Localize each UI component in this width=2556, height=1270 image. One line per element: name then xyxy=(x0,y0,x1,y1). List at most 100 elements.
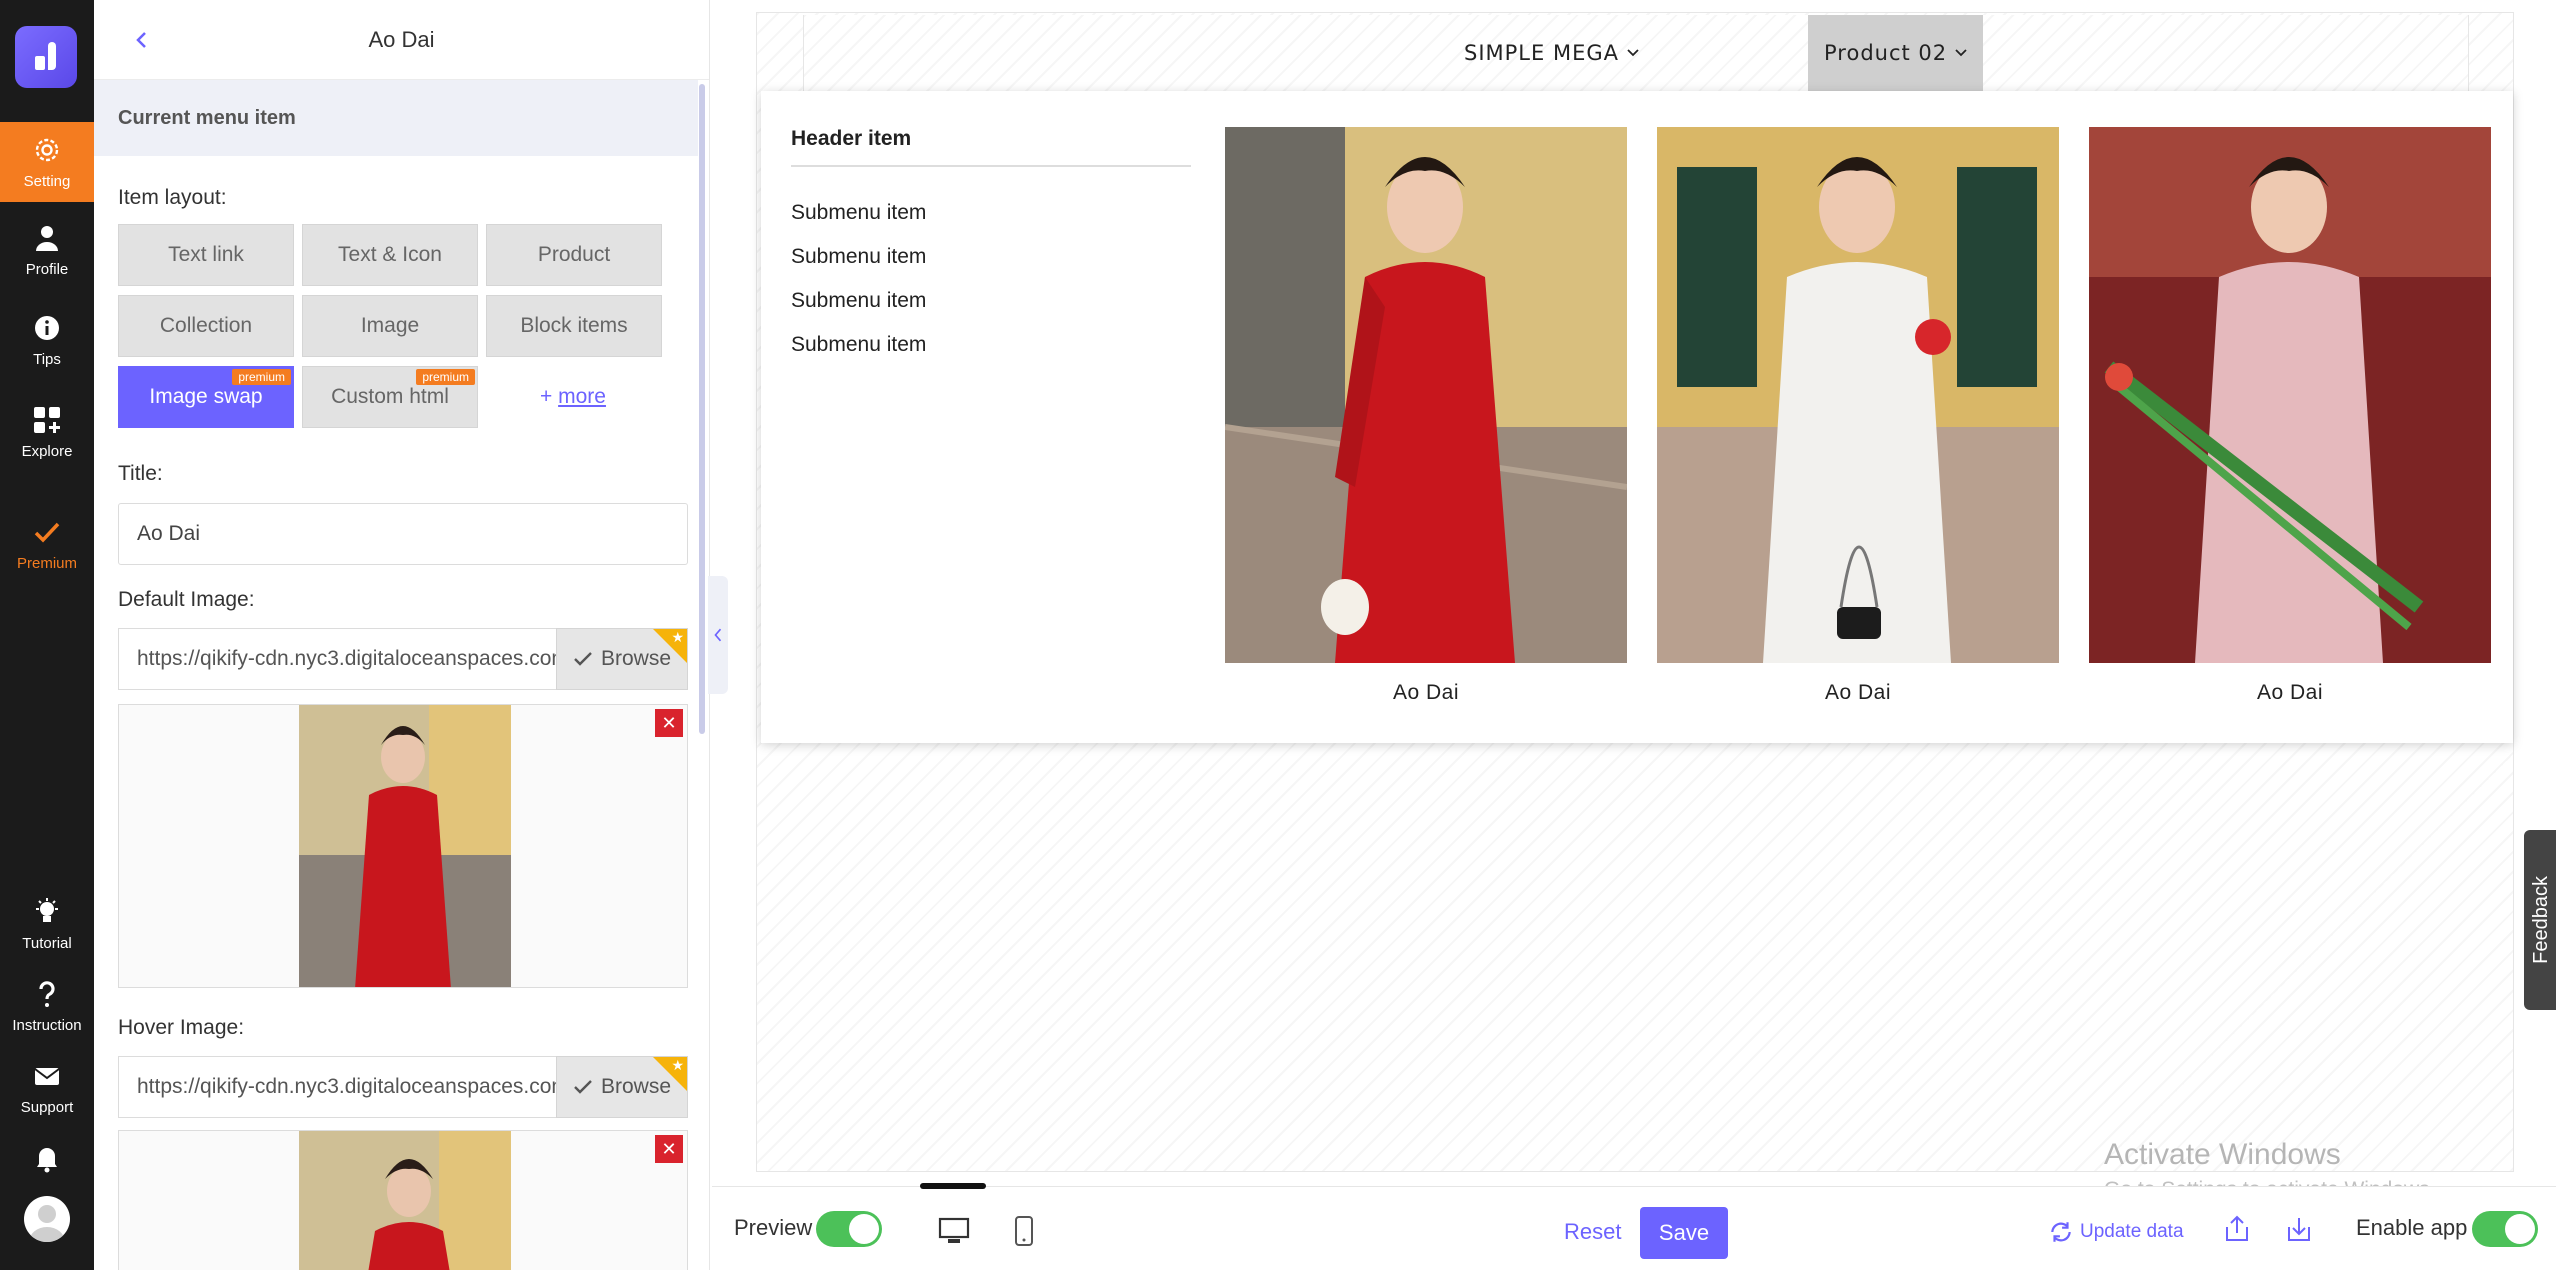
app-sidebar: Setting Profile Tips Explore Premium Tut… xyxy=(0,0,94,1270)
product-photo-white xyxy=(1657,127,2059,663)
product-caption: Ao Dai xyxy=(1392,681,1460,704)
rail-support[interactable]: Support xyxy=(0,1048,94,1128)
save-button[interactable]: Save xyxy=(1640,1207,1728,1259)
product-photo-red xyxy=(1225,127,1627,663)
more-layouts-link[interactable]: + more xyxy=(540,385,606,409)
rail-setting-label: Setting xyxy=(23,172,71,190)
mobile-icon[interactable] xyxy=(1014,1215,1034,1247)
feedback-label: Feedback xyxy=(2529,876,2552,964)
grid-plus-icon xyxy=(34,406,60,433)
product-image[interactable] xyxy=(1225,127,1627,663)
hover-image-label: Hover Image: xyxy=(118,1016,245,1039)
question-icon xyxy=(39,980,55,1007)
submenu-item[interactable]: Submenu item xyxy=(791,289,926,313)
desktop-icon[interactable] xyxy=(938,1217,970,1245)
refresh-icon xyxy=(2051,1222,2071,1242)
menu-item-product-02[interactable]: Product 02 xyxy=(1808,15,1984,91)
default-image-browse-button[interactable]: Browse ★ xyxy=(556,628,688,690)
product-photo-pink xyxy=(2089,127,2491,663)
preview-label: Preview xyxy=(734,1215,813,1240)
rail-setting[interactable]: Setting xyxy=(0,122,94,202)
reset-button[interactable]: Reset xyxy=(1564,1219,1621,1245)
layout-image-swap[interactable]: Image swap premium xyxy=(118,366,294,428)
hover-image-preview: ✕ xyxy=(118,1130,688,1270)
hover-image-url-input[interactable]: https://qikify-cdn.nyc3.digitaloceanspac… xyxy=(118,1056,558,1118)
rail-explore-label: Explore xyxy=(21,442,73,460)
more-prefix: + xyxy=(540,385,559,408)
mega-header-item[interactable]: Header item xyxy=(791,127,1191,167)
mega-menu-dropdown: Header item Submenu item Submenu item Su… xyxy=(761,91,2513,743)
product-caption: Ao Dai xyxy=(1824,681,1892,704)
rail-premium-label: Premium xyxy=(16,554,77,572)
product-card[interactable]: Ao Dai xyxy=(2089,127,2491,705)
product-caption: Ao Dai xyxy=(2256,681,2324,704)
rail-tips[interactable]: Tips xyxy=(0,300,94,380)
info-icon xyxy=(35,315,59,340)
logo-icon xyxy=(35,42,56,70)
section-current-menu-item: Current menu item xyxy=(94,80,698,156)
hover-image-thumbnail xyxy=(299,1131,511,1270)
activate-windows-title: Activate Windows xyxy=(2104,1138,2341,1171)
default-image-label: Default Image: xyxy=(118,588,255,611)
submenu-item[interactable]: Submenu item xyxy=(791,245,926,269)
panel-title: Ao Dai xyxy=(368,26,435,52)
rail-instruction-label: Instruction xyxy=(12,1016,82,1034)
panel-header: Ao Dai xyxy=(94,0,709,80)
hover-image-browse-button[interactable]: Browse ★ xyxy=(556,1056,688,1118)
app-logo[interactable] xyxy=(15,26,77,88)
rail-tutorial[interactable]: Tutorial xyxy=(0,884,94,964)
layout-text-icon[interactable]: Text & Icon xyxy=(302,224,478,286)
rail-premium[interactable]: Premium xyxy=(0,504,94,584)
chevron-down-icon xyxy=(1627,49,1639,57)
layout-image-swap-label: Image swap xyxy=(149,385,263,408)
default-image-thumbnail xyxy=(299,705,511,987)
export-icon[interactable] xyxy=(2224,1215,2250,1243)
menu-item-simple-mega[interactable]: SIMPLE MEGA xyxy=(1464,15,1639,91)
menu-item-label: SIMPLE MEGA xyxy=(1464,41,1619,65)
product-image[interactable] xyxy=(1657,127,2059,663)
layout-collection[interactable]: Collection xyxy=(118,295,294,357)
update-data-button[interactable]: Update data xyxy=(2048,1219,2184,1245)
remove-default-image-button[interactable]: ✕ xyxy=(655,709,683,737)
rail-notifications[interactable] xyxy=(0,1118,94,1198)
default-image-preview: ✕ xyxy=(118,704,688,988)
layout-text-link[interactable]: Text link xyxy=(118,224,294,286)
mail-icon xyxy=(34,1067,60,1085)
enable-app-toggle[interactable] xyxy=(2472,1211,2538,1247)
chevron-down-icon xyxy=(1955,49,1967,57)
rail-instruction[interactable]: Instruction xyxy=(0,966,94,1046)
preview-toggle[interactable] xyxy=(816,1211,882,1247)
layout-image[interactable]: Image xyxy=(302,295,478,357)
rail-tips-label: Tips xyxy=(33,350,61,368)
menu-bar: SIMPLE MEGA Product 02 xyxy=(803,15,2469,91)
import-icon[interactable] xyxy=(2286,1215,2312,1243)
check-icon xyxy=(34,522,60,543)
remove-hover-image-button[interactable]: ✕ xyxy=(655,1135,683,1163)
chevron-left-icon xyxy=(714,628,722,642)
avatar-icon xyxy=(29,1205,65,1242)
menu-item-label: Product 02 xyxy=(1824,41,1948,65)
layout-custom-html[interactable]: Custom html premium xyxy=(302,366,478,428)
rail-support-label: Support xyxy=(20,1098,74,1116)
panel-scrollbar[interactable] xyxy=(699,84,705,734)
collapse-panel-button[interactable] xyxy=(708,576,728,694)
premium-badge: premium xyxy=(416,369,475,385)
premium-badge: premium xyxy=(232,369,291,385)
more-label: more xyxy=(558,385,606,408)
rail-explore[interactable]: Explore xyxy=(0,392,94,472)
submenu-item[interactable]: Submenu item xyxy=(791,201,926,225)
feedback-tab[interactable]: Feedback xyxy=(2524,830,2556,1010)
product-card[interactable]: Ao Dai xyxy=(1657,127,2059,705)
item-layout-label: Item layout: xyxy=(118,186,227,209)
submenu-item[interactable]: Submenu item xyxy=(791,333,926,357)
rail-profile[interactable]: Profile xyxy=(0,210,94,290)
back-button[interactable] xyxy=(128,26,156,54)
product-card[interactable]: Ao Dai xyxy=(1225,127,1627,705)
avatar[interactable] xyxy=(24,1196,70,1242)
layout-product[interactable]: Product xyxy=(486,224,662,286)
default-image-url-input[interactable]: https://qikify-cdn.nyc3.digitaloceanspac… xyxy=(118,628,558,690)
rail-profile-label: Profile xyxy=(25,260,69,278)
product-image[interactable] xyxy=(2089,127,2491,663)
title-input[interactable]: Ao Dai xyxy=(118,503,688,565)
layout-block-items[interactable]: Block items xyxy=(486,295,662,357)
